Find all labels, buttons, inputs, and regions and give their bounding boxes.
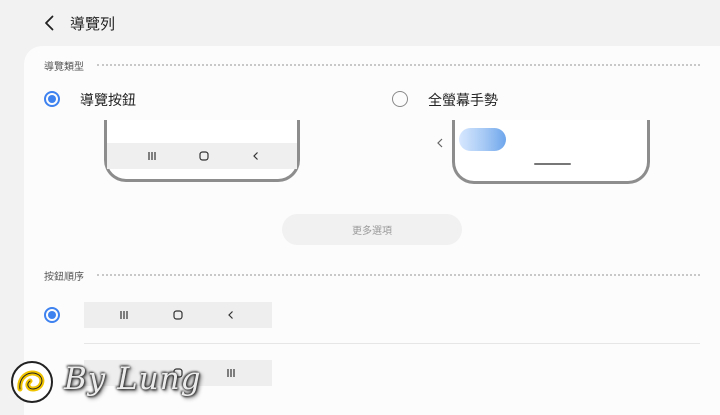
phone-preview-gestures[interactable]	[452, 120, 650, 184]
recents-icon	[221, 360, 241, 386]
settings-card: 導覽類型 導覽按鈕 全螢幕手勢 更多選項 按鈕順序	[24, 46, 720, 415]
option-label-navigation-buttons[interactable]: 導覽按鈕	[80, 90, 136, 110]
home-icon	[194, 143, 214, 169]
top-app-bar: 導覽列	[0, 0, 720, 46]
more-options-button[interactable]: 更多選項	[282, 214, 462, 245]
option-label-fullscreen-gestures[interactable]: 全螢幕手勢	[428, 90, 498, 110]
section-label-navigation-type: 導覽類型	[44, 62, 84, 73]
preview-navigation-bar	[107, 143, 297, 169]
chevron-left-icon	[45, 15, 54, 31]
gesture-swipe-indicator	[459, 128, 506, 151]
watermark-text: By Lung	[64, 361, 202, 397]
gesture-back-arrow-icon	[434, 135, 446, 149]
recents-icon	[114, 302, 134, 328]
page-title: 導覽列	[70, 15, 116, 33]
phone-preview-buttons[interactable]	[104, 120, 300, 182]
radio-order-recents-home-back[interactable]	[44, 307, 60, 323]
radio-navigation-buttons[interactable]	[44, 91, 60, 107]
section-divider	[97, 274, 700, 276]
recents-icon	[142, 143, 162, 169]
section-divider	[97, 64, 700, 66]
radio-fullscreen-gestures[interactable]	[392, 91, 408, 107]
back-button[interactable]	[38, 11, 62, 35]
button-order-preview-1[interactable]	[84, 302, 272, 328]
option-divider	[84, 343, 700, 344]
section-label-button-order: 按鈕順序	[44, 272, 84, 283]
watermark-logo-icon	[8, 359, 56, 405]
home-icon	[168, 302, 188, 328]
back-icon	[221, 302, 241, 328]
gesture-handle-bar	[534, 163, 571, 165]
back-icon	[246, 143, 266, 169]
